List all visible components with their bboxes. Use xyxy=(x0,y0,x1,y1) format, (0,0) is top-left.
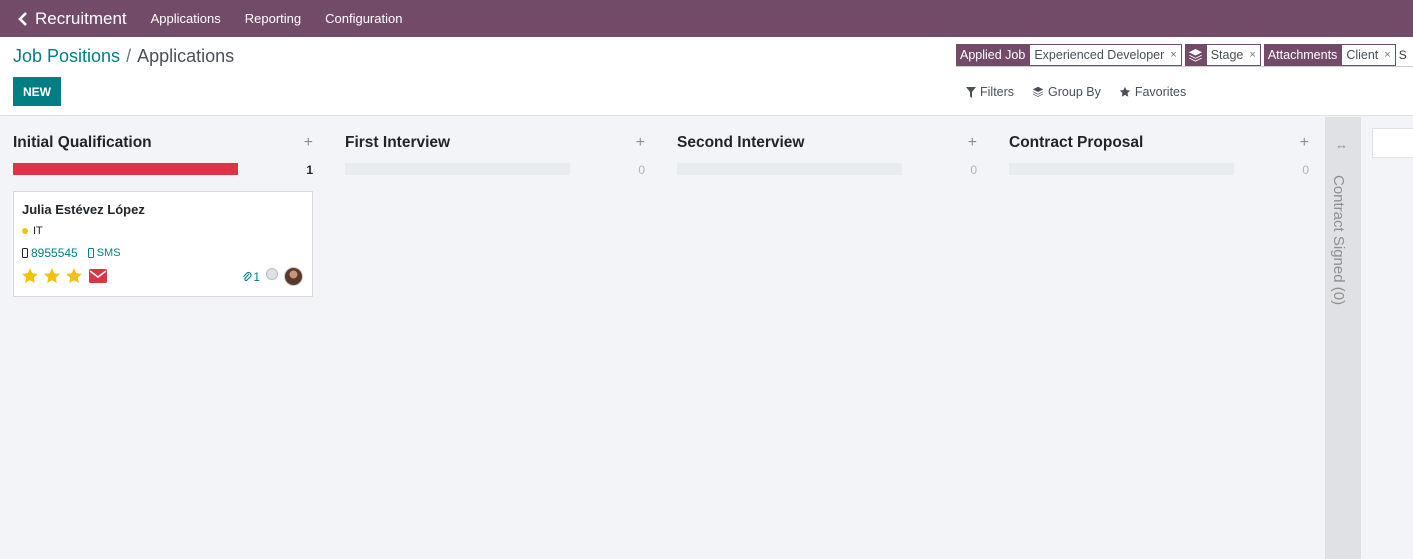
column-header: Contract Proposal + xyxy=(1009,134,1309,154)
facet-applied-job: Applied Job Experienced Developer × xyxy=(956,44,1182,66)
mobile-icon xyxy=(22,248,28,258)
chevron-left-icon xyxy=(18,11,27,26)
add-column-input[interactable] xyxy=(1372,128,1413,158)
facet-stage: Stage × xyxy=(1184,44,1261,66)
favorites-label: Favorites xyxy=(1134,85,1187,99)
facet-value: Stage × xyxy=(1205,44,1261,66)
applicant-name: Julia Estévez López xyxy=(22,202,145,217)
group-by-label: Group By xyxy=(1048,85,1101,99)
group-by-button[interactable]: Group By xyxy=(1032,85,1101,99)
column-header: Initial Qualification + xyxy=(13,134,313,154)
facet-value: Experienced Developer × xyxy=(1029,44,1182,66)
facet-label: Applied Job xyxy=(956,44,1030,66)
breadcrumb-separator: / xyxy=(126,46,132,66)
tag: IT xyxy=(22,225,43,237)
card-footer-right: 1 xyxy=(242,267,303,286)
column-progress-bar[interactable] xyxy=(1009,163,1234,175)
column-title[interactable]: Second Interview xyxy=(677,134,804,151)
envelope-icon[interactable] xyxy=(89,268,107,284)
layers-icon xyxy=(1188,48,1202,62)
applicant-card[interactable]: Julia Estévez López IT 8955545 SMS 1 xyxy=(13,191,313,297)
facet-value-text: Experienced Developer xyxy=(1034,48,1165,62)
folded-column-contract-signed[interactable]: ↔ Contract Signed (0) xyxy=(1325,117,1361,559)
app-name[interactable]: Recruitment xyxy=(35,9,127,29)
column-header: Second Interview + xyxy=(677,134,977,154)
facet-label xyxy=(1184,44,1206,66)
avatar[interactable] xyxy=(284,267,303,286)
facet-label: Attachments xyxy=(1263,44,1342,66)
column-header: First Interview + xyxy=(345,134,645,154)
column-progress-bar[interactable] xyxy=(13,163,238,175)
filters-button[interactable]: Filters xyxy=(966,85,1014,99)
add-card-icon[interactable]: + xyxy=(636,134,645,152)
facet-remove-icon[interactable]: × xyxy=(1170,49,1176,61)
add-card-icon[interactable]: + xyxy=(968,134,977,152)
folded-column-label: Contract Signed (0) xyxy=(1330,175,1347,306)
sms-button[interactable]: SMS xyxy=(87,247,121,259)
facet-remove-icon[interactable]: × xyxy=(1384,49,1390,61)
breadcrumb-current: Applications xyxy=(137,46,235,66)
kanban-board: Initial Qualification + 1 First Intervie… xyxy=(0,117,1413,559)
facet-value-text: Client xyxy=(1346,48,1379,62)
layers-icon xyxy=(1032,86,1044,97)
new-button[interactable]: NEW xyxy=(13,77,61,106)
attachments-number: 1 xyxy=(253,269,260,284)
facet-attachments: Attachments Client × xyxy=(1263,44,1396,66)
add-card-icon[interactable]: + xyxy=(1300,134,1309,152)
phone-number: 8955545 xyxy=(31,246,78,260)
column-count: 0 xyxy=(638,163,645,177)
paperclip-icon xyxy=(243,271,252,281)
priority-stars xyxy=(21,267,107,285)
menu-configuration[interactable]: Configuration xyxy=(313,11,414,26)
star-icon[interactable] xyxy=(65,267,83,285)
search-options: Filters Group By Favorites xyxy=(966,85,1186,99)
breadcrumb-job-positions[interactable]: Job Positions xyxy=(13,46,120,67)
column-progress-bar[interactable] xyxy=(677,163,902,175)
column-count: 0 xyxy=(970,163,977,177)
back-button[interactable] xyxy=(0,0,28,37)
tag-color-dot xyxy=(22,228,28,234)
tag-label: IT xyxy=(33,225,43,237)
add-card-icon[interactable]: + xyxy=(304,134,313,152)
column-progress-bar[interactable] xyxy=(345,163,570,175)
breadcrumb: Job Positions / Applications xyxy=(13,46,234,67)
column-title[interactable]: First Interview xyxy=(345,134,450,151)
facet-value: Client × xyxy=(1341,44,1396,66)
phone-link[interactable]: 8955545 xyxy=(22,246,78,260)
expand-arrows-icon: ↔ xyxy=(1335,137,1348,152)
sms-label: SMS xyxy=(96,247,121,259)
phone-row: 8955545 SMS xyxy=(22,246,121,260)
menu-reporting[interactable]: Reporting xyxy=(233,11,313,26)
facet-remove-icon[interactable]: × xyxy=(1249,49,1255,61)
star-icon[interactable] xyxy=(43,267,61,285)
column-title[interactable]: Initial Qualification xyxy=(13,134,152,151)
search-input-overflow[interactable]: S xyxy=(1399,48,1407,62)
column-count: 0 xyxy=(1302,163,1309,177)
mobile-icon xyxy=(87,248,94,258)
star-icon xyxy=(1119,86,1131,97)
control-panel: Job Positions / Applications NEW Applied… xyxy=(0,37,1413,116)
top-navbar: Recruitment Applications Reporting Confi… xyxy=(0,0,1413,37)
column-progress-fill xyxy=(13,163,238,175)
filters-label: Filters xyxy=(980,85,1015,99)
kanban-state-circle[interactable] xyxy=(266,267,278,280)
column-count: 1 xyxy=(306,163,313,177)
favorites-button[interactable]: Favorites xyxy=(1119,85,1186,99)
attachments-count[interactable]: 1 xyxy=(242,270,260,284)
menu-applications[interactable]: Applications xyxy=(139,11,233,26)
star-icon[interactable] xyxy=(21,267,39,285)
column-title[interactable]: Contract Proposal xyxy=(1009,134,1143,151)
facet-value-text: Stage xyxy=(1210,48,1244,62)
filter-icon xyxy=(966,86,976,98)
search-bar[interactable]: Applied Job Experienced Developer × Stag… xyxy=(956,44,1413,67)
